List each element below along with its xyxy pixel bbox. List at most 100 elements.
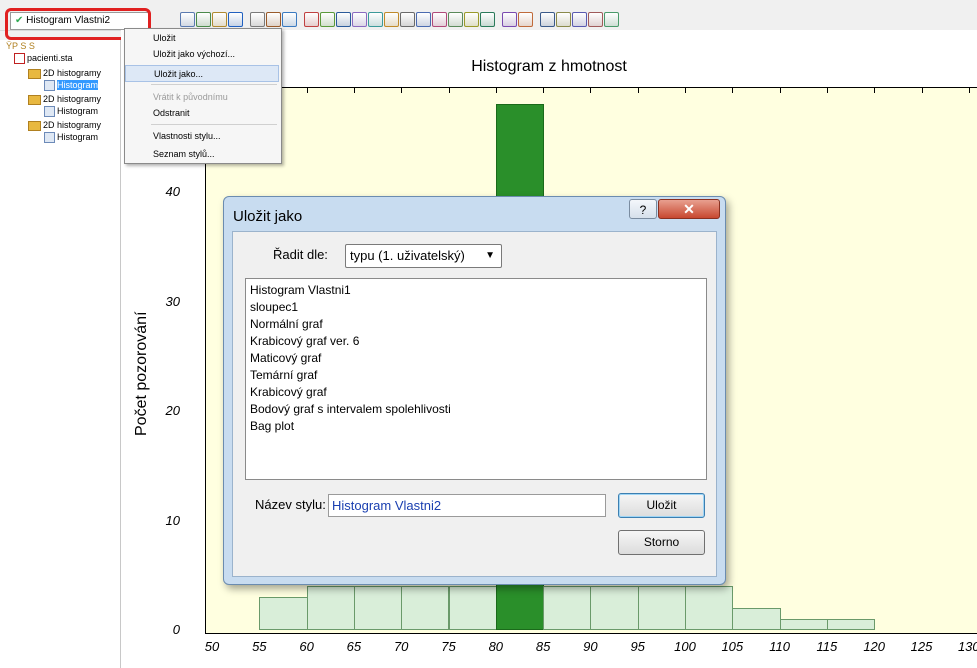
- x-tick-mark: [306, 88, 308, 93]
- toolbar-button[interactable]: [400, 12, 415, 27]
- toolbar-button[interactable]: [572, 12, 587, 27]
- x-tick-label: 70: [393, 639, 409, 654]
- toolbar-button[interactable]: [212, 12, 227, 27]
- toolbar-button[interactable]: [588, 12, 603, 27]
- menu-item-save-default[interactable]: Uložit jako výchozí...: [125, 46, 279, 63]
- dialog-body: Řadit dle: typu (1. uživatelský) ▼ Histo…: [232, 231, 717, 577]
- style-list-item[interactable]: Normální graf: [250, 316, 323, 333]
- toolbar-button[interactable]: [480, 12, 495, 27]
- histogram-bar: [543, 586, 592, 630]
- x-tick-mark: [826, 88, 828, 93]
- style-list-item[interactable]: Maticový graf: [250, 350, 321, 367]
- style-list-item[interactable]: sloupec1: [250, 299, 298, 316]
- toolbar-button[interactable]: [384, 12, 399, 27]
- sort-select-value: typu (1. uživatelský): [350, 248, 465, 263]
- tree-item-label: Histogram: [57, 106, 99, 116]
- toolbar-button[interactable]: [352, 12, 367, 27]
- toolbar-button[interactable]: [448, 12, 463, 27]
- dialog-title: Uložit jako: [233, 208, 303, 225]
- histogram-bar: [685, 586, 734, 630]
- style-list-item[interactable]: Histogram Vlastni1: [250, 282, 351, 299]
- histogram-bar: [590, 586, 639, 630]
- toolbar-button[interactable]: [416, 12, 431, 27]
- toolbar-button[interactable]: [228, 12, 243, 27]
- x-tick-label: 55: [252, 639, 267, 654]
- tree-top-node[interactable]: ŸP S S: [6, 41, 35, 52]
- x-tick-label: 100: [674, 639, 696, 654]
- cancel-button[interactable]: Storno: [618, 530, 705, 555]
- toolbar-button[interactable]: [320, 12, 335, 27]
- y-tick-label: 10: [165, 512, 180, 528]
- menu-item-style-properties[interactable]: Vlastnosti stylu...: [125, 128, 279, 145]
- menu-item-style-list[interactable]: Seznam stylů...: [125, 146, 279, 163]
- tree-folder[interactable]: 2D histogramy: [28, 68, 101, 79]
- histogram-bar: [732, 608, 781, 630]
- x-tick-label: 60: [299, 639, 314, 654]
- tree-folder[interactable]: 2D histogramy: [28, 94, 101, 105]
- x-tick-mark: [968, 88, 970, 93]
- style-context-menu: Uložit Uložit jako výchozí... Uložit jako.…: [124, 28, 282, 164]
- style-list[interactable]: Histogram Vlastni1 sloupec1 Normální graf K…: [245, 278, 707, 480]
- style-list-item[interactable]: Krabicový graf: [250, 384, 327, 401]
- toolbar-button[interactable]: [250, 12, 265, 27]
- tree-item-histogram[interactable]: Histogram: [44, 106, 99, 118]
- style-list-item[interactable]: Bodový graf s intervalem spolehlivosti: [250, 401, 451, 418]
- toolbar-button[interactable]: [502, 12, 517, 27]
- histogram-bar: [448, 586, 497, 630]
- x-tick-label: 105: [721, 639, 744, 654]
- toolbar-button[interactable]: [196, 12, 211, 27]
- y-tick-label: 0: [172, 622, 180, 637]
- x-tick-label: 75: [441, 639, 456, 654]
- help-button[interactable]: ?: [629, 199, 657, 219]
- y-tick-label: 40: [165, 184, 180, 199]
- x-tick-label: 85: [535, 639, 551, 654]
- tree-item-histogram[interactable]: Histogram: [44, 80, 99, 92]
- x-tick-label: 50: [204, 639, 220, 654]
- tree-root-label: pacienti.sta: [27, 53, 73, 63]
- folder-icon: [28, 94, 41, 105]
- toolbar-button[interactable]: [464, 12, 479, 27]
- x-tick-mark: [543, 88, 545, 93]
- toolbar-button[interactable]: [540, 12, 555, 27]
- close-button[interactable]: ✕: [658, 199, 720, 219]
- menu-item-delete[interactable]: Odstranit: [125, 105, 279, 122]
- tree-item-histogram[interactable]: Histogram: [44, 132, 98, 144]
- tree-folder[interactable]: 2D histogramy: [28, 120, 101, 131]
- x-tick-label: 120: [863, 639, 886, 654]
- graph-icon: [44, 106, 55, 118]
- menu-item-revert: Vrátit k původnímu: [153, 92, 228, 102]
- toolbar-button[interactable]: [336, 12, 351, 27]
- histogram-bar: [637, 586, 686, 630]
- folder-icon: [28, 120, 41, 131]
- style-list-item[interactable]: Krabicový graf ver. 6: [250, 333, 359, 350]
- spreadsheet-icon: [14, 53, 25, 65]
- toolbar-button[interactable]: [368, 12, 383, 27]
- x-tick-mark: [874, 88, 876, 93]
- toolbar-button[interactable]: [604, 12, 619, 27]
- sort-select[interactable]: typu (1. uživatelský) ▼: [345, 244, 502, 268]
- style-list-item[interactable]: Bag plot: [250, 418, 294, 435]
- x-tick-label: 125: [910, 639, 933, 654]
- save-button[interactable]: Uložit: [618, 493, 705, 518]
- style-name-input[interactable]: Histogram Vlastni2: [328, 494, 606, 517]
- style-list-item[interactable]: Temární graf: [250, 367, 317, 384]
- x-tick-label: 130: [957, 639, 977, 654]
- histogram-bar: [306, 586, 355, 630]
- toolbar-button[interactable]: [180, 12, 195, 27]
- menu-item-save-as[interactable]: Uložit jako...: [125, 65, 279, 82]
- y-axis-label: Počet pozorování: [133, 311, 150, 436]
- tree-root[interactable]: pacienti.sta: [14, 53, 73, 65]
- graph-icon: [44, 80, 55, 92]
- tree-item-label: 2D histogramy: [43, 68, 102, 78]
- toolbar-button[interactable]: [282, 12, 297, 27]
- toolbar-button[interactable]: [432, 12, 447, 27]
- histogram-bar: [353, 586, 403, 630]
- histogram-bar: [259, 597, 308, 630]
- folder-icon: [28, 68, 41, 79]
- toolbar-button[interactable]: [518, 12, 533, 27]
- toolbar-button[interactable]: [556, 12, 571, 27]
- toolbar-button[interactable]: [304, 12, 319, 27]
- workbook-tree: ŸP S S pacienti.sta 2D histogramy Histogr…: [0, 40, 121, 668]
- toolbar-button[interactable]: [266, 12, 281, 27]
- menu-item-save[interactable]: Uložit: [125, 30, 279, 47]
